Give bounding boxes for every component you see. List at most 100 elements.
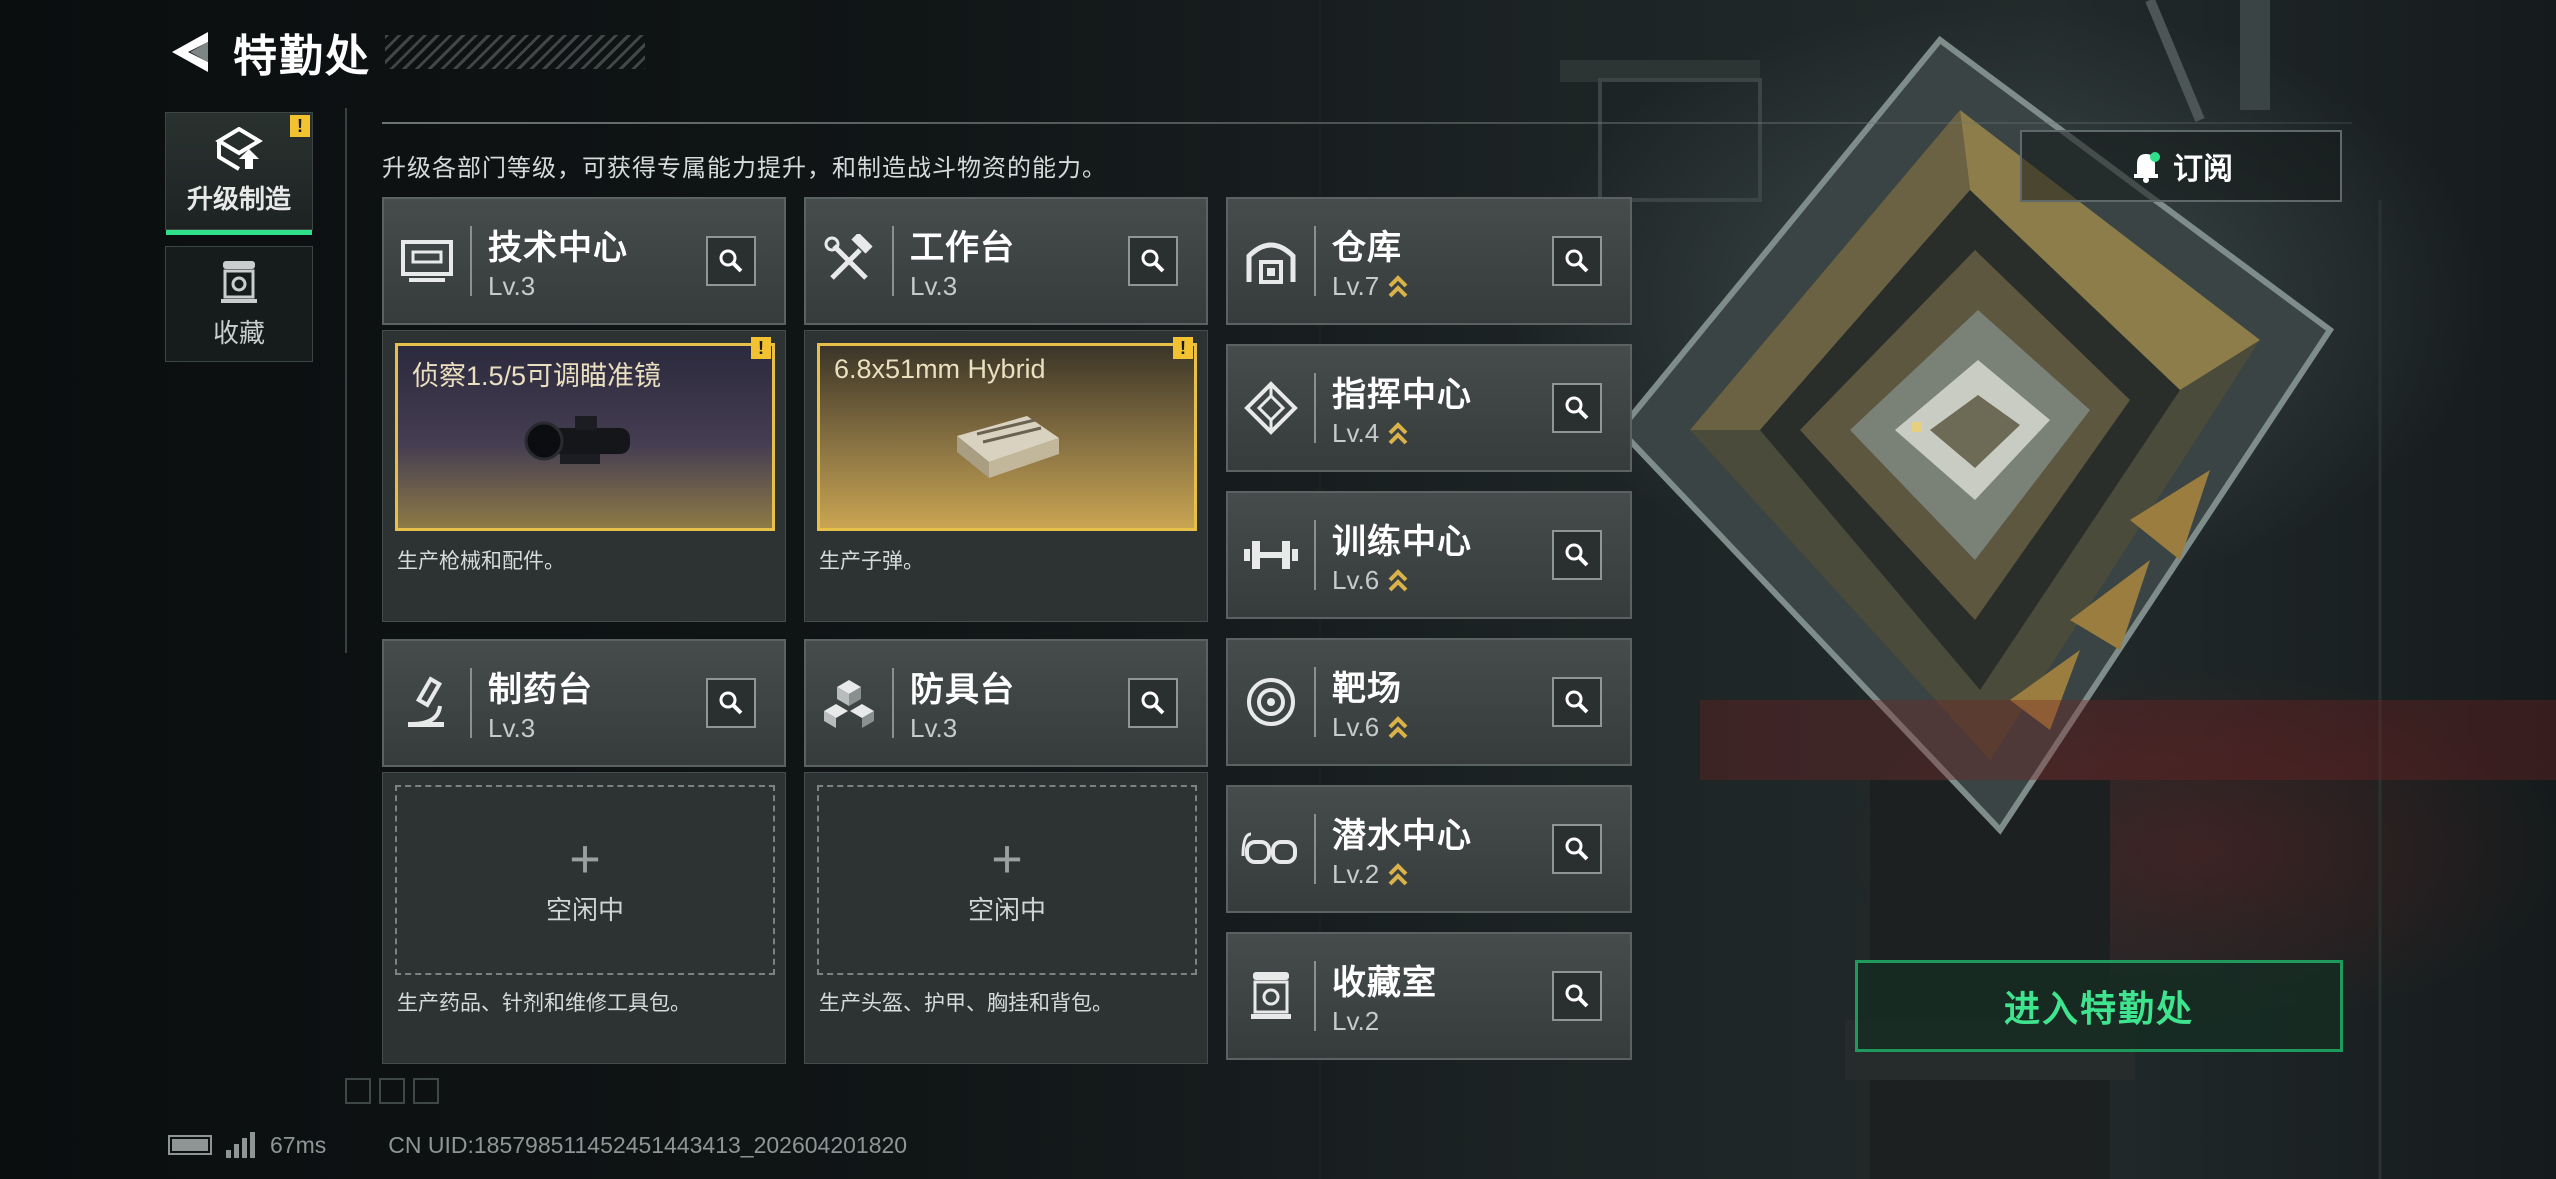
search-icon (1141, 691, 1165, 715)
dept-name: 收藏室 (1332, 964, 1437, 1002)
dept-card-workbench[interactable]: 工作台 Lv.3 (804, 197, 1208, 325)
trophy-icon (1228, 934, 1314, 1058)
crafting-item[interactable]: 侦察1.5/5可调瞄准镜 (395, 343, 775, 531)
dept-card-pharmacy[interactable]: 制药台 Lv.3 (382, 639, 786, 767)
divider (1314, 961, 1316, 1031)
dept-name: 训练中心 (1332, 523, 1472, 561)
dept-card-command-center[interactable]: 指挥中心 Lv.4 (1226, 344, 1632, 472)
divider (470, 668, 472, 738)
ammo-box-image (957, 416, 1059, 478)
dept-level: Lv.3 (910, 713, 958, 743)
dept-level: Lv.6 (1332, 712, 1380, 742)
idle-status: 空闲中 (545, 894, 624, 925)
dept-description: 生产枪械和配件。 (397, 550, 565, 573)
dept-name: 技术中心 (488, 229, 628, 267)
subscribe-label: 订阅 (2173, 153, 2233, 186)
inspect-button[interactable] (706, 236, 756, 286)
idle-status: 空闲中 (967, 894, 1046, 925)
dept-level: Lv.2 (1332, 859, 1380, 889)
signal-icon (226, 1132, 258, 1158)
dept-name: 防具台 (910, 671, 1015, 709)
dept-level: Lv.3 (488, 713, 536, 743)
dept-level: Lv.2 (1332, 1006, 1380, 1036)
monitor-icon (384, 199, 470, 323)
enter-special-ops-button[interactable]: 进入特勤处 (1855, 960, 2343, 1052)
inspect-button[interactable] (1552, 236, 1602, 286)
empty-slot[interactable]: + 空闲中 (817, 785, 1197, 975)
inspect-button[interactable] (1552, 677, 1602, 727)
dept-name: 靶场 (1332, 670, 1402, 708)
empty-slot[interactable]: + 空闲中 (395, 785, 775, 975)
inspect-button[interactable] (706, 678, 756, 728)
item-name: 侦察1.5/5可调瞄准镜 (412, 361, 662, 391)
divider (345, 108, 347, 653)
status-bar: 67ms CN UID:185798511452451443413_202604… (168, 1128, 907, 1162)
divider (1314, 373, 1316, 443)
enter-button-label: 进入特勤处 (2003, 988, 2194, 1029)
production-slot-pharmacy[interactable]: + 空闲中 生产药品、针剂和维修工具包。 (382, 772, 786, 1064)
inspect-button[interactable] (1552, 383, 1602, 433)
divider (1314, 520, 1316, 590)
divider (470, 226, 472, 296)
tab-upgrade-label: 升级制造 (186, 183, 291, 214)
dept-card-training-center[interactable]: 训练中心 Lv.6 (1226, 491, 1632, 619)
inspect-button[interactable] (1128, 236, 1178, 286)
dept-card-shooting-range[interactable]: 靶场 Lv.6 (1226, 638, 1632, 766)
alert-badge: ! (290, 115, 310, 137)
search-icon (1565, 690, 1589, 714)
production-slot-workbench[interactable]: 6.8x51mm Hybrid ! 生产子弹。 (804, 330, 1208, 622)
upgrade-cube-icon (215, 126, 263, 171)
target-icon (1228, 640, 1314, 764)
active-tab-indicator (166, 230, 312, 235)
search-icon (1565, 984, 1589, 1008)
upgrade-available-icon (1388, 421, 1408, 444)
dept-card-armor-bench[interactable]: 防具台 Lv.3 (804, 639, 1208, 767)
dept-level: Lv.3 (488, 271, 536, 301)
dept-name: 指挥中心 (1332, 376, 1472, 414)
dept-name: 工作台 (910, 229, 1015, 267)
inspect-button[interactable] (1552, 530, 1602, 580)
dept-card-tech-center[interactable]: 技术中心 Lv.3 (382, 197, 786, 325)
divider (1314, 226, 1316, 296)
search-icon (1565, 396, 1589, 420)
scope-item-image (524, 416, 630, 464)
alert-badge: ! (1173, 337, 1193, 359)
dept-level: Lv.6 (1332, 565, 1380, 595)
dept-name: 潜水中心 (1332, 817, 1472, 855)
alert-badge: ! (751, 337, 771, 359)
tab-collection[interactable]: 收藏 (165, 246, 313, 362)
search-icon (1565, 249, 1589, 273)
dept-name: 仓库 (1332, 229, 1402, 267)
page-description: 升级各部门等级，可获得专属能力提升，和制造战斗物资的能力。 (382, 155, 1107, 182)
dept-description: 生产药品、针剂和维修工具包。 (397, 992, 691, 1015)
dept-card-warehouse[interactable]: 仓库 Lv.7 (1226, 197, 1632, 325)
upgrade-available-icon (1388, 568, 1408, 591)
dept-level: Lv.3 (910, 271, 958, 301)
subscribe-button[interactable]: 订阅 (2020, 130, 2342, 202)
back-button[interactable] (165, 25, 215, 79)
crafting-item[interactable]: 6.8x51mm Hybrid (817, 343, 1197, 531)
decor-square (345, 1078, 371, 1104)
dept-card-diving-center[interactable]: 潜水中心 Lv.2 (1226, 785, 1632, 913)
production-slot-tech-center[interactable]: 侦察1.5/5可调瞄准镜 ! 生产枪械和配件。 (382, 330, 786, 622)
cubes-icon (806, 641, 892, 765)
tools-icon (806, 199, 892, 323)
dept-level: Lv.7 (1332, 271, 1380, 301)
search-icon (1565, 837, 1589, 861)
dept-card-collection-room[interactable]: 收藏室 Lv.2 (1226, 932, 1632, 1060)
user-uid: CN UID:185798511452451443413_20260420182… (388, 1131, 908, 1158)
dept-level: Lv.4 (1332, 418, 1380, 448)
dept-name: 制药台 (488, 671, 593, 709)
divider (892, 226, 894, 296)
production-slot-armor-bench[interactable]: + 空闲中 生产头盔、护甲、胸挂和背包。 (804, 772, 1208, 1064)
add-icon: + (569, 828, 601, 889)
inspect-button[interactable] (1552, 971, 1602, 1021)
bell-icon (2134, 152, 2160, 183)
page-title: 特勤处 (233, 32, 371, 81)
back-arrow-icon (172, 32, 208, 72)
inspect-button[interactable] (1128, 678, 1178, 728)
tab-upgrade-craft[interactable]: ! 升级制造 (165, 112, 313, 235)
decor-square (413, 1078, 439, 1104)
inspect-button[interactable] (1552, 824, 1602, 874)
upgrade-available-icon (1388, 274, 1408, 297)
